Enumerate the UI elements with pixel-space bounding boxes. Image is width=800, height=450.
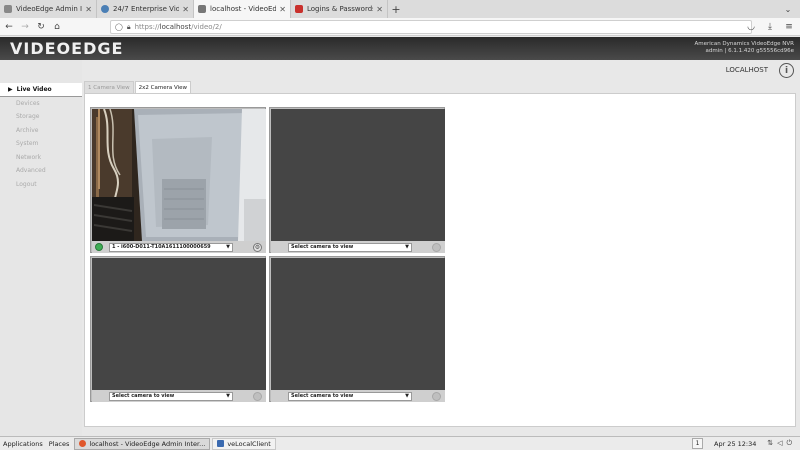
- gear-icon[interactable]: ⚙: [253, 242, 262, 252]
- camera-cell: 1 - i600-D011-T10A1611100000659 ▼ ⚙: [90, 107, 266, 253]
- places-menu[interactable]: Places: [46, 437, 73, 450]
- gear-icon: [432, 391, 441, 401]
- lock-icon: 🔒︎: [126, 22, 131, 31]
- home-icon[interactable]: ⌂: [50, 20, 64, 34]
- chevron-down-icon: ▼: [405, 392, 409, 399]
- download-icon[interactable]: ⤓: [763, 20, 777, 34]
- close-icon[interactable]: ✕: [376, 5, 383, 14]
- app-header: VIDEOEDGE American Dynamics VideoEdge NV…: [0, 37, 800, 60]
- taskbar-app-firefox[interactable]: localhost - VideoEdge Admin Inter...: [74, 437, 211, 450]
- camera-select[interactable]: Select camera to view ▼: [109, 391, 233, 401]
- camera-cell: Select camera to view ▼: [269, 107, 445, 253]
- new-tab-button[interactable]: +: [388, 0, 404, 18]
- url-text: https://localhost/video/2/: [134, 23, 222, 31]
- sidebar-item-advanced[interactable]: Advanced: [0, 164, 82, 178]
- shield-icon: ◯: [115, 23, 123, 31]
- browser-tab-0[interactable]: VideoEdge Admin Interfa ✕: [0, 0, 97, 18]
- browser-tab-1[interactable]: 24/7 Enterprise Video Su ✕: [97, 0, 194, 18]
- status-icon: [274, 392, 282, 400]
- camera-panel: 1 - i600-D011-T10A1611100000659 ▼ ⚙ Sele…: [84, 93, 796, 427]
- videoedge-logo: VIDEOEDGE: [10, 39, 124, 58]
- system-info: American Dynamics VideoEdge NVR admin | …: [695, 41, 795, 55]
- sidebar-item-system[interactable]: System: [0, 137, 82, 151]
- menu-icon[interactable]: ≡: [782, 20, 796, 34]
- browser-tab-bar: VideoEdge Admin Interfa ✕ 24/7 Enterpris…: [0, 0, 800, 18]
- sidebar-item-network[interactable]: Network: [0, 151, 82, 165]
- page-icon: [4, 5, 12, 13]
- client-app-icon: [217, 440, 225, 447]
- lock-key-icon: [295, 5, 303, 13]
- taskbar-app-velocalclient[interactable]: veLocalClient: [212, 437, 276, 450]
- host-bar: LOCALHOST i: [82, 60, 800, 81]
- chevron-down-icon: ▼: [226, 243, 230, 250]
- sidebar-item-logout[interactable]: Logout: [0, 178, 82, 192]
- close-icon[interactable]: ✕: [279, 5, 286, 14]
- view-tabs: 1 Camera View 2x2 Camera View: [84, 81, 192, 93]
- clock[interactable]: Apr 25 12:34: [714, 440, 756, 448]
- chevron-down-icon: ▼: [405, 243, 409, 250]
- browser-tab-2[interactable]: localhost - VideoEdge Ac ✕: [194, 0, 291, 18]
- reload-icon[interactable]: ↻: [34, 20, 48, 34]
- camera-control-bar: Select camera to view ▼: [92, 390, 266, 402]
- tab-1-camera-view[interactable]: 1 Camera View: [84, 81, 134, 93]
- sidebar: ▶ Live Video Devices Storage Archive Sys…: [0, 60, 82, 436]
- pocket-icon[interactable]: ◡: [744, 20, 758, 34]
- power-icon[interactable]: ⏻: [786, 439, 792, 448]
- back-icon[interactable]: ←: [2, 20, 16, 34]
- tab-2x2-camera-view[interactable]: 2x2 Camera View: [134, 81, 192, 93]
- forward-icon[interactable]: →: [18, 20, 32, 34]
- camera-feed[interactable]: [271, 258, 445, 390]
- close-icon[interactable]: ✕: [182, 5, 189, 14]
- workspace-switcher[interactable]: 1: [692, 438, 703, 449]
- os-taskbar: Applications Places localhost - VideoEdg…: [0, 436, 800, 450]
- list-tabs-icon[interactable]: ⌄: [776, 0, 800, 18]
- product-name: American Dynamics VideoEdge NVR: [694, 41, 795, 47]
- camera-control-bar: Select camera to view ▼: [271, 241, 445, 253]
- main-content: LOCALHOST i 1 Camera View 2x2 Camera Vie…: [82, 60, 800, 436]
- sidebar-item-devices[interactable]: Devices: [0, 97, 82, 111]
- close-icon[interactable]: ✕: [85, 5, 92, 14]
- browser-tab-3[interactable]: Logins & Passwords ✕: [291, 0, 388, 18]
- camera-control-bar: 1 - i600-D011-T10A1611100000659 ▼ ⚙: [92, 241, 266, 253]
- triangle-right-icon: ▶: [8, 85, 13, 93]
- camera-select[interactable]: Select camera to view ▼: [288, 391, 412, 401]
- page-icon: [198, 5, 206, 13]
- online-status-icon: [95, 243, 103, 251]
- camera-feed[interactable]: [92, 258, 266, 390]
- camera-select[interactable]: Select camera to view ▼: [288, 242, 412, 252]
- gear-icon: [253, 391, 262, 401]
- tray-icons: ⇅ ◁ ⏻: [767, 439, 792, 448]
- camera-feed[interactable]: [271, 109, 445, 241]
- status-icon: [274, 243, 282, 251]
- camera-feed-image: [92, 109, 266, 241]
- volume-icon[interactable]: ◁: [777, 439, 782, 448]
- globe-icon: [101, 5, 109, 13]
- user-version: admin | 6.1.1.420 g55556cd96e: [705, 48, 794, 54]
- sidebar-item-archive[interactable]: Archive: [0, 124, 82, 138]
- status-icon: [95, 392, 103, 400]
- chevron-down-icon: ▼: [226, 392, 230, 399]
- firefox-icon: [79, 440, 87, 447]
- applications-menu[interactable]: Applications: [0, 437, 46, 450]
- camera-feed[interactable]: [92, 109, 266, 241]
- camera-select[interactable]: 1 - i600-D011-T10A1611100000659 ▼: [109, 242, 233, 252]
- sidebar-item-storage[interactable]: Storage: [0, 110, 82, 124]
- sidebar-item-live-video[interactable]: ▶ Live Video: [0, 83, 82, 97]
- browser-nav-bar: ← → ↻ ⌂ ◯ 🔒︎ https://localhost/video/2/ …: [0, 18, 800, 36]
- camera-cell: Select camera to view ▼: [90, 256, 266, 402]
- info-icon[interactable]: i: [779, 63, 794, 78]
- camera-cell: Select camera to view ▼: [269, 256, 445, 402]
- network-icon[interactable]: ⇅: [767, 439, 773, 448]
- gear-icon: [432, 242, 441, 252]
- hostname: LOCALHOST: [725, 66, 768, 74]
- camera-control-bar: Select camera to view ▼: [271, 390, 445, 402]
- address-bar[interactable]: ◯ 🔒︎ https://localhost/video/2/: [110, 20, 752, 34]
